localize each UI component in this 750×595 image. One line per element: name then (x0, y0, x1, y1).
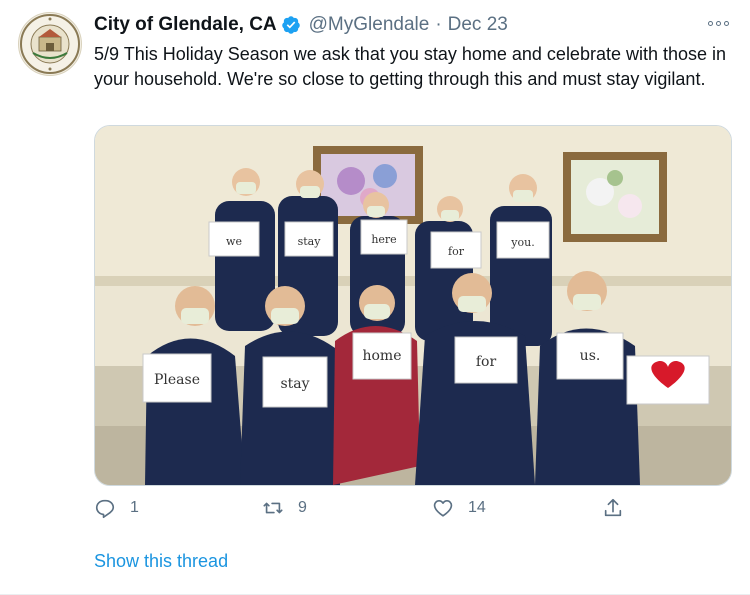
sign-text: for (448, 245, 465, 258)
share-icon (604, 498, 622, 517)
sign-text: stay (298, 235, 322, 248)
sign-text: stay (280, 376, 309, 392)
more-icon[interactable] (706, 14, 730, 32)
more-dot (715, 20, 721, 26)
sign-text: we (226, 235, 242, 248)
sign-text: Please (154, 372, 200, 388)
separator-dot: · (435, 14, 442, 35)
author-handle[interactable]: @MyGlendale (309, 14, 430, 36)
more-dot (723, 20, 729, 26)
like-count: 14 (468, 499, 486, 516)
retweet-icon (263, 502, 283, 514)
reply-count: 1 (130, 499, 139, 516)
tweet-date[interactable]: Dec 23 (448, 14, 508, 36)
tweet[interactable]: City of Glendale, CA @MyGlendale · Dec 2… (0, 0, 750, 595)
author-name[interactable]: City of Glendale, CA (94, 14, 277, 36)
painting-right (563, 152, 667, 242)
retweet-count: 9 (298, 499, 307, 516)
sign-text: us. (580, 348, 601, 364)
reply-icon (95, 499, 115, 519)
photo-nurses-holding-signs: we stay here for you. Please stay home f… (95, 126, 731, 485)
like-icon (433, 500, 453, 517)
reply-button[interactable]: 1 (94, 497, 139, 519)
avatar[interactable] (18, 12, 82, 76)
sign-text: home (362, 348, 401, 364)
tweet-photo[interactable]: we stay here for you. Please stay home f… (94, 125, 732, 486)
sign-text: here (371, 233, 396, 246)
sign-text: for (476, 354, 497, 370)
city-seal-icon (20, 14, 80, 74)
back-row-people (215, 196, 552, 346)
like-button[interactable]: 14 (432, 497, 486, 519)
retweet-button[interactable]: 9 (262, 497, 307, 519)
more-dot (707, 20, 713, 26)
tweet-header: City of Glendale, CA @MyGlendale · Dec 2… (94, 13, 508, 37)
sign-text: you. (510, 236, 534, 249)
tweet-text: 5/9 This Holiday Season we ask that you … (94, 44, 727, 89)
show-thread-link[interactable]: Show this thread (94, 551, 228, 572)
share-button[interactable] (602, 497, 638, 519)
verified-badge-icon (281, 16, 300, 34)
